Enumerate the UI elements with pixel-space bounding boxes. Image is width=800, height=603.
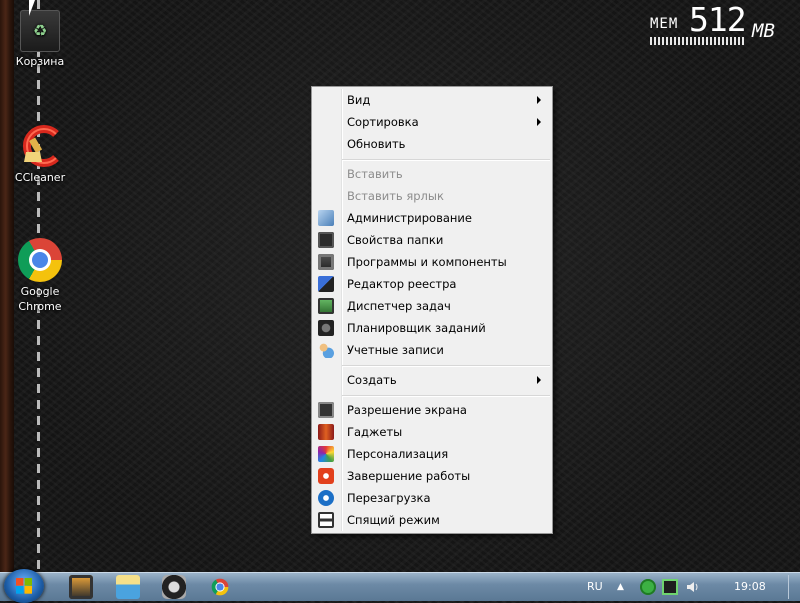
menu-item-label: Вставить ярлык — [347, 189, 444, 203]
menu-item-label: Гаджеты — [347, 425, 403, 439]
desktop-icon-ccleaner[interactable]: CCleaner — [8, 124, 72, 185]
menu-item-restart[interactable]: Перезагрузка — [314, 488, 550, 508]
desktop-icon-recycle-bin[interactable]: Корзина — [8, 10, 72, 69]
desktop-icon-chrome[interactable]: Google Chrome — [8, 238, 72, 314]
menu-item-user-accounts[interactable]: Учетные записи — [314, 340, 550, 360]
menu-item-label: Администрирование — [347, 211, 472, 225]
menu-item-personalization[interactable]: Персонализация — [314, 444, 550, 464]
submenu-arrow-icon — [537, 96, 541, 104]
menu-item-label: Обновить — [347, 137, 406, 151]
menu-item-screen-resolution[interactable]: Разрешение экрана — [314, 400, 550, 420]
show-hidden-icons-icon[interactable]: ▲ — [617, 573, 624, 601]
menu-item-create[interactable]: Создать — [314, 370, 550, 390]
menu-separator — [342, 395, 550, 397]
menu-separator — [342, 365, 550, 367]
menu-item-task-manager[interactable]: Диспетчер задач — [314, 296, 550, 316]
menu-item-label: Редактор реестра — [347, 277, 457, 291]
mouse-cursor-icon — [29, 0, 41, 16]
menu-item-administration[interactable]: Администрирование — [314, 208, 550, 228]
restart-icon — [318, 490, 334, 506]
explorer-icon[interactable] — [116, 575, 140, 599]
menu-item-shutdown[interactable]: Завершение работы — [314, 466, 550, 486]
show-desktop-button[interactable] — [788, 575, 799, 599]
menu-item-label: Спящий режим — [347, 513, 440, 527]
task-scheduler-icon — [318, 320, 334, 336]
desktop-context-menu: Вид Сортировка Обновить Вставить Вставит… — [311, 86, 553, 534]
memory-bar — [650, 37, 746, 45]
desktop-icon-label: Корзина — [15, 55, 65, 68]
folder-options-icon — [318, 232, 334, 248]
menu-item-label: Программы и компоненты — [347, 255, 507, 269]
sleep-icon — [318, 512, 334, 528]
menu-item-paste-shortcut[interactable]: Вставить ярлык — [314, 186, 550, 206]
submenu-arrow-icon — [537, 376, 541, 384]
menu-separator — [342, 159, 550, 161]
memory-label: MEM — [650, 16, 679, 32]
menu-item-sort[interactable]: Сортировка — [314, 112, 550, 132]
user-accounts-icon — [318, 342, 334, 358]
menu-item-label: Создать — [347, 373, 397, 387]
start-button[interactable] — [4, 569, 44, 603]
menu-item-label: Завершение работы — [347, 469, 471, 483]
chrome-icon[interactable] — [211, 578, 229, 596]
chrome-icon — [18, 238, 62, 282]
menu-item-label: Сортировка — [347, 115, 419, 129]
menu-item-task-scheduler[interactable]: Планировщик заданий — [314, 318, 550, 338]
menu-item-label: Персонализация — [347, 447, 449, 461]
menu-item-label: Учетные записи — [347, 343, 444, 357]
registry-editor-icon — [318, 276, 334, 292]
clock-app-icon[interactable] — [162, 575, 186, 599]
windows-logo-icon — [16, 578, 32, 594]
menu-item-label: Вид — [347, 93, 371, 107]
personalization-icon — [318, 446, 334, 462]
menu-item-label: Планировщик заданий — [347, 321, 486, 335]
screen-resolution-icon — [318, 402, 334, 418]
clock[interactable]: 19:08 — [734, 573, 766, 601]
menu-item-label: Вставить — [347, 167, 403, 181]
gadgets-icon — [318, 424, 334, 440]
programs-features-icon — [318, 254, 334, 270]
menu-item-refresh[interactable]: Обновить — [314, 134, 550, 154]
menu-item-sleep[interactable]: Спящий режим — [314, 510, 550, 530]
menu-item-label: Перезагрузка — [347, 491, 431, 505]
menu-item-programs-features[interactable]: Программы и компоненты — [314, 252, 550, 272]
task-manager-icon — [318, 298, 334, 314]
desktop-icon-label: CCleaner — [14, 171, 66, 184]
media-player-icon[interactable] — [69, 575, 93, 599]
admin-tools-icon — [318, 210, 334, 226]
menu-item-paste[interactable]: Вставить — [314, 164, 550, 184]
memory-value: 512 — [689, 0, 747, 39]
desktop-icon-label-line2: Chrome — [18, 300, 62, 313]
language-indicator[interactable]: RU — [587, 573, 603, 601]
menu-item-view[interactable]: Вид — [314, 90, 550, 110]
taskbar: RU ▲ 19:08 — [0, 569, 800, 603]
menu-item-registry-editor[interactable]: Редактор реестра — [314, 274, 550, 294]
volume-icon[interactable] — [685, 579, 701, 595]
menu-item-label: Свойства папки — [347, 233, 444, 247]
menu-item-gadgets[interactable]: Гаджеты — [314, 422, 550, 442]
security-check-icon[interactable] — [640, 579, 656, 595]
recycle-bin-icon — [20, 10, 60, 52]
shutdown-icon — [318, 468, 334, 484]
ccleaner-icon — [18, 124, 62, 168]
menu-item-folder-options[interactable]: Свойства папки — [314, 230, 550, 250]
submenu-arrow-icon — [537, 118, 541, 126]
menu-item-label: Разрешение экрана — [347, 403, 467, 417]
menu-item-label: Диспетчер задач — [347, 299, 451, 313]
desktop-icon-label-line1: Google — [20, 285, 60, 298]
network-icon[interactable] — [662, 579, 678, 595]
memory-unit: MB — [752, 20, 775, 42]
